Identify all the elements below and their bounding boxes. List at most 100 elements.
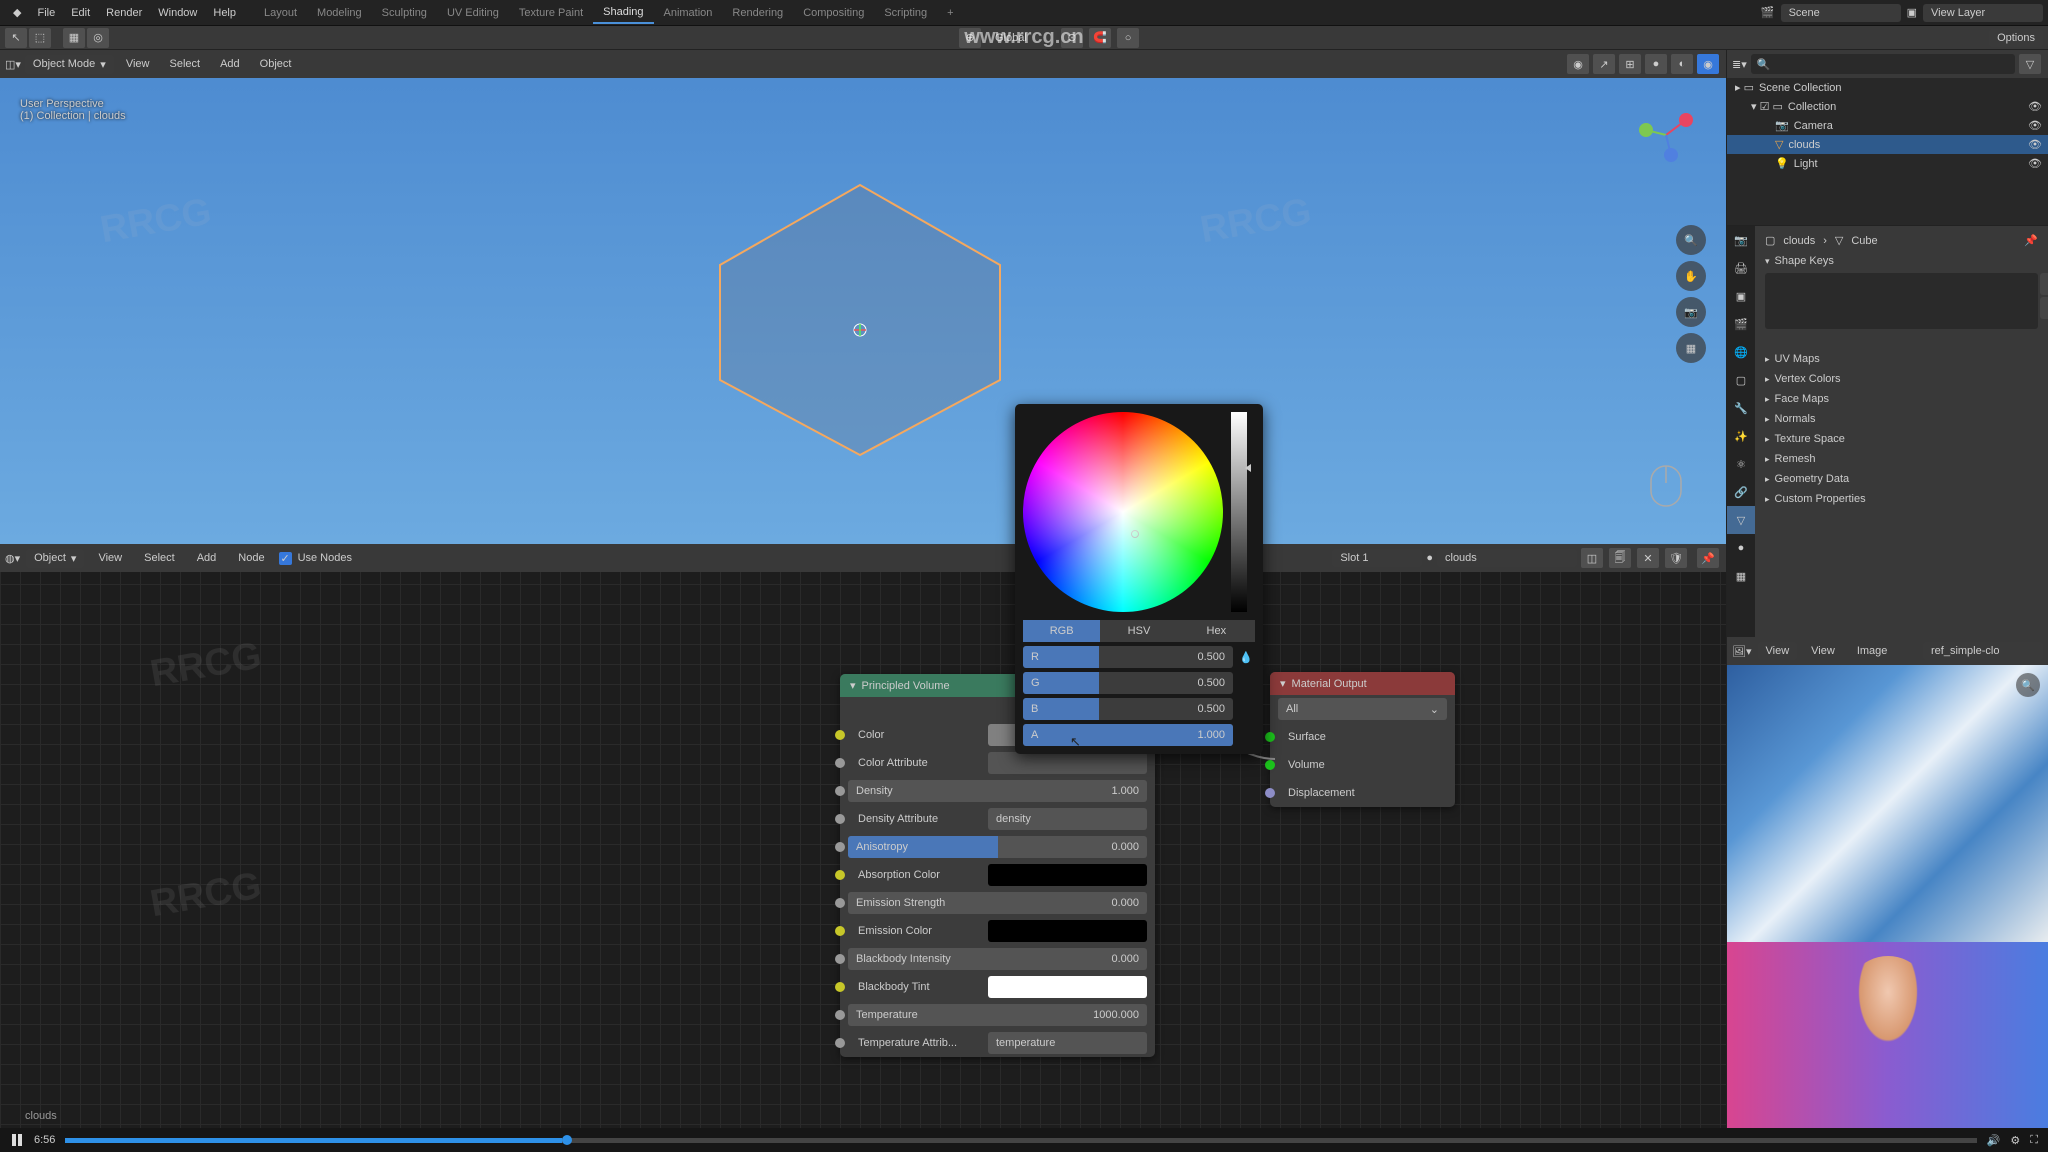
outliner-search[interactable]: 🔍 bbox=[1751, 54, 2015, 74]
mesh-name[interactable]: Cube bbox=[1851, 235, 1877, 247]
visibility-icon[interactable]: 👁 bbox=[2028, 157, 2042, 170]
hexagon-object[interactable] bbox=[700, 180, 1020, 460]
overlay-icon[interactable]: ◉ bbox=[1567, 54, 1589, 74]
color-wheel[interactable] bbox=[1023, 412, 1223, 612]
absorption-swatch[interactable] bbox=[988, 864, 1147, 886]
tab-add[interactable]: + bbox=[937, 3, 963, 23]
shading-wireframe-icon[interactable]: ⊞ bbox=[1619, 54, 1641, 74]
view-layer-selector[interactable]: View Layer bbox=[1923, 4, 2043, 22]
tab-scene-icon[interactable]: 🎬 bbox=[1727, 310, 1755, 338]
node-menu-select[interactable]: Select bbox=[136, 548, 183, 568]
pin-icon[interactable]: 📌 bbox=[1697, 548, 1719, 568]
density-attr-field[interactable]: density bbox=[988, 808, 1147, 830]
tab-scripting[interactable]: Scripting bbox=[874, 3, 937, 23]
eyedropper-icon[interactable]: 💧 bbox=[1237, 651, 1255, 664]
visibility-icon[interactable]: 👁 bbox=[2028, 138, 2042, 151]
panel-normals[interactable]: Normals bbox=[1759, 409, 2044, 429]
panel-texture-space[interactable]: Texture Space bbox=[1759, 429, 2044, 449]
tab-data-icon[interactable]: ▽ bbox=[1727, 506, 1755, 534]
panel-vertex-colors[interactable]: Vertex Colors bbox=[1759, 369, 2044, 389]
tab-output-icon[interactable]: 🖨 bbox=[1727, 254, 1755, 282]
outliner-collection[interactable]: ▾ ☑ ▭Collection👁 bbox=[1727, 97, 2048, 116]
zoom-icon[interactable]: 🔍 bbox=[1676, 225, 1706, 255]
gizmo-icon[interactable]: ↗ bbox=[1593, 54, 1615, 74]
viewport-menu-add[interactable]: Add bbox=[212, 54, 248, 74]
3d-viewport[interactable]: ◫▾ Object Mode ▾ View Select Add Object … bbox=[0, 50, 1726, 544]
panel-custom-properties[interactable]: Custom Properties bbox=[1759, 489, 2044, 509]
g-slider[interactable]: G0.500 bbox=[1023, 672, 1233, 694]
outliner-clouds[interactable]: ▽clouds👁 bbox=[1727, 135, 2048, 154]
tab-rgb[interactable]: RGB bbox=[1023, 620, 1100, 642]
visibility-icon[interactable]: 👁 bbox=[2028, 119, 2042, 132]
snap-target-icon[interactable]: ◎ bbox=[87, 28, 109, 48]
editor-type-icon[interactable]: ◍▾ bbox=[5, 552, 20, 565]
scene-selector[interactable]: Scene bbox=[1781, 4, 1901, 22]
tab-compositing[interactable]: Compositing bbox=[793, 3, 874, 23]
viewport-menu-select[interactable]: Select bbox=[161, 54, 208, 74]
tab-material-icon[interactable]: ● bbox=[1727, 534, 1755, 562]
a-slider[interactable]: A1.000 bbox=[1023, 724, 1233, 746]
mode-selector[interactable]: Object Mode ▾ bbox=[25, 55, 114, 74]
value-slider[interactable] bbox=[1231, 412, 1247, 612]
image-mode-selector[interactable]: View bbox=[1758, 642, 1798, 660]
material-new-icon[interactable]: ◫ bbox=[1581, 548, 1603, 568]
volume-icon[interactable]: 🔊 bbox=[1987, 1134, 2001, 1147]
menu-render[interactable]: Render bbox=[98, 3, 150, 23]
tab-physics-icon[interactable]: ⚛ bbox=[1727, 450, 1755, 478]
slot-selector[interactable]: Slot 1 bbox=[1332, 549, 1422, 567]
pin-icon[interactable]: 📌 bbox=[2024, 234, 2038, 247]
panel-geometry-data[interactable]: Geometry Data bbox=[1759, 469, 2044, 489]
menu-window[interactable]: Window bbox=[150, 3, 205, 23]
viewport-menu-object[interactable]: Object bbox=[252, 54, 300, 74]
tab-rendering[interactable]: Rendering bbox=[722, 3, 793, 23]
tab-constraint-icon[interactable]: 🔗 bbox=[1727, 478, 1755, 506]
panel-uv-maps[interactable]: UV Maps bbox=[1759, 349, 2044, 369]
tab-layout[interactable]: Layout bbox=[254, 3, 307, 23]
video-progress[interactable] bbox=[65, 1138, 1976, 1143]
node-editor[interactable]: ◍▾ Object ▾ View Select Add Node ✓ Use N… bbox=[0, 544, 1726, 1128]
shading-rendered-icon[interactable]: ◉ bbox=[1697, 54, 1719, 74]
blender-icon[interactable]: ◆ bbox=[5, 2, 29, 23]
material-copy-icon[interactable]: 🗐 bbox=[1609, 548, 1631, 568]
camera-view-icon[interactable]: 📷 bbox=[1676, 297, 1706, 327]
node-material-output[interactable]: ▾Material Output All⌄ Surface Volume Dis… bbox=[1270, 672, 1455, 807]
material-fake-user-icon[interactable]: 🛡 bbox=[1665, 548, 1687, 568]
tab-object-icon[interactable]: ▢ bbox=[1727, 366, 1755, 394]
shape-keys-list[interactable]: + − bbox=[1765, 273, 2038, 329]
nav-gizmo[interactable] bbox=[1631, 100, 1701, 170]
tab-texture-icon[interactable]: ▦ bbox=[1727, 562, 1755, 590]
select-tool-icon[interactable]: ⬚ bbox=[29, 28, 51, 48]
add-shape-key-icon[interactable]: + bbox=[2040, 273, 2048, 295]
tab-modeling[interactable]: Modeling bbox=[307, 3, 372, 23]
shading-matprev-icon[interactable]: ◐ bbox=[1671, 54, 1693, 74]
temp-attr-field[interactable]: temperature bbox=[988, 1032, 1147, 1054]
visibility-icon[interactable]: 👁 bbox=[2028, 100, 2042, 113]
tab-uv[interactable]: UV Editing bbox=[437, 3, 509, 23]
image-name-field[interactable]: ref_simple-clo bbox=[1923, 642, 2043, 660]
tab-particle-icon[interactable]: ✨ bbox=[1727, 422, 1755, 450]
outliner-scene-collection[interactable]: ▸ ▭Scene Collection bbox=[1727, 78, 2048, 97]
perspective-toggle-icon[interactable]: ▦ bbox=[1676, 333, 1706, 363]
shader-type-selector[interactable]: Object ▾ bbox=[26, 549, 84, 568]
obj-name[interactable]: clouds bbox=[1783, 235, 1815, 247]
pause-button[interactable] bbox=[10, 1133, 24, 1147]
blackbody-tint-swatch[interactable] bbox=[988, 976, 1147, 998]
r-slider[interactable]: R0.500 bbox=[1023, 646, 1233, 668]
progress-handle[interactable] bbox=[562, 1135, 572, 1145]
editor-type-icon[interactable]: ≣▾ bbox=[1732, 58, 1747, 71]
fullscreen-icon[interactable]: ⛶ bbox=[2030, 1134, 2038, 1147]
tab-world-icon[interactable]: 🌐 bbox=[1727, 338, 1755, 366]
use-nodes-checkbox[interactable]: ✓ bbox=[279, 552, 292, 565]
output-target-dropdown[interactable]: All⌄ bbox=[1278, 698, 1447, 720]
b-slider[interactable]: B0.500 bbox=[1023, 698, 1233, 720]
tab-hex[interactable]: Hex bbox=[1178, 620, 1255, 642]
options-dropdown[interactable]: Options bbox=[1989, 29, 2043, 47]
outliner-camera[interactable]: 📷Camera👁 bbox=[1727, 116, 2048, 135]
density-slider[interactable]: Density1.000 bbox=[848, 780, 1147, 802]
blackbody-int-slider[interactable]: Blackbody Intensity0.000 bbox=[848, 948, 1147, 970]
snap-grid-icon[interactable]: ▦ bbox=[63, 28, 85, 48]
tab-texture-paint[interactable]: Texture Paint bbox=[509, 3, 593, 23]
panel-shape-keys[interactable]: Shape Keys bbox=[1759, 251, 2044, 271]
tab-shading[interactable]: Shading bbox=[593, 2, 653, 24]
tab-hsv[interactable]: HSV bbox=[1100, 620, 1177, 642]
